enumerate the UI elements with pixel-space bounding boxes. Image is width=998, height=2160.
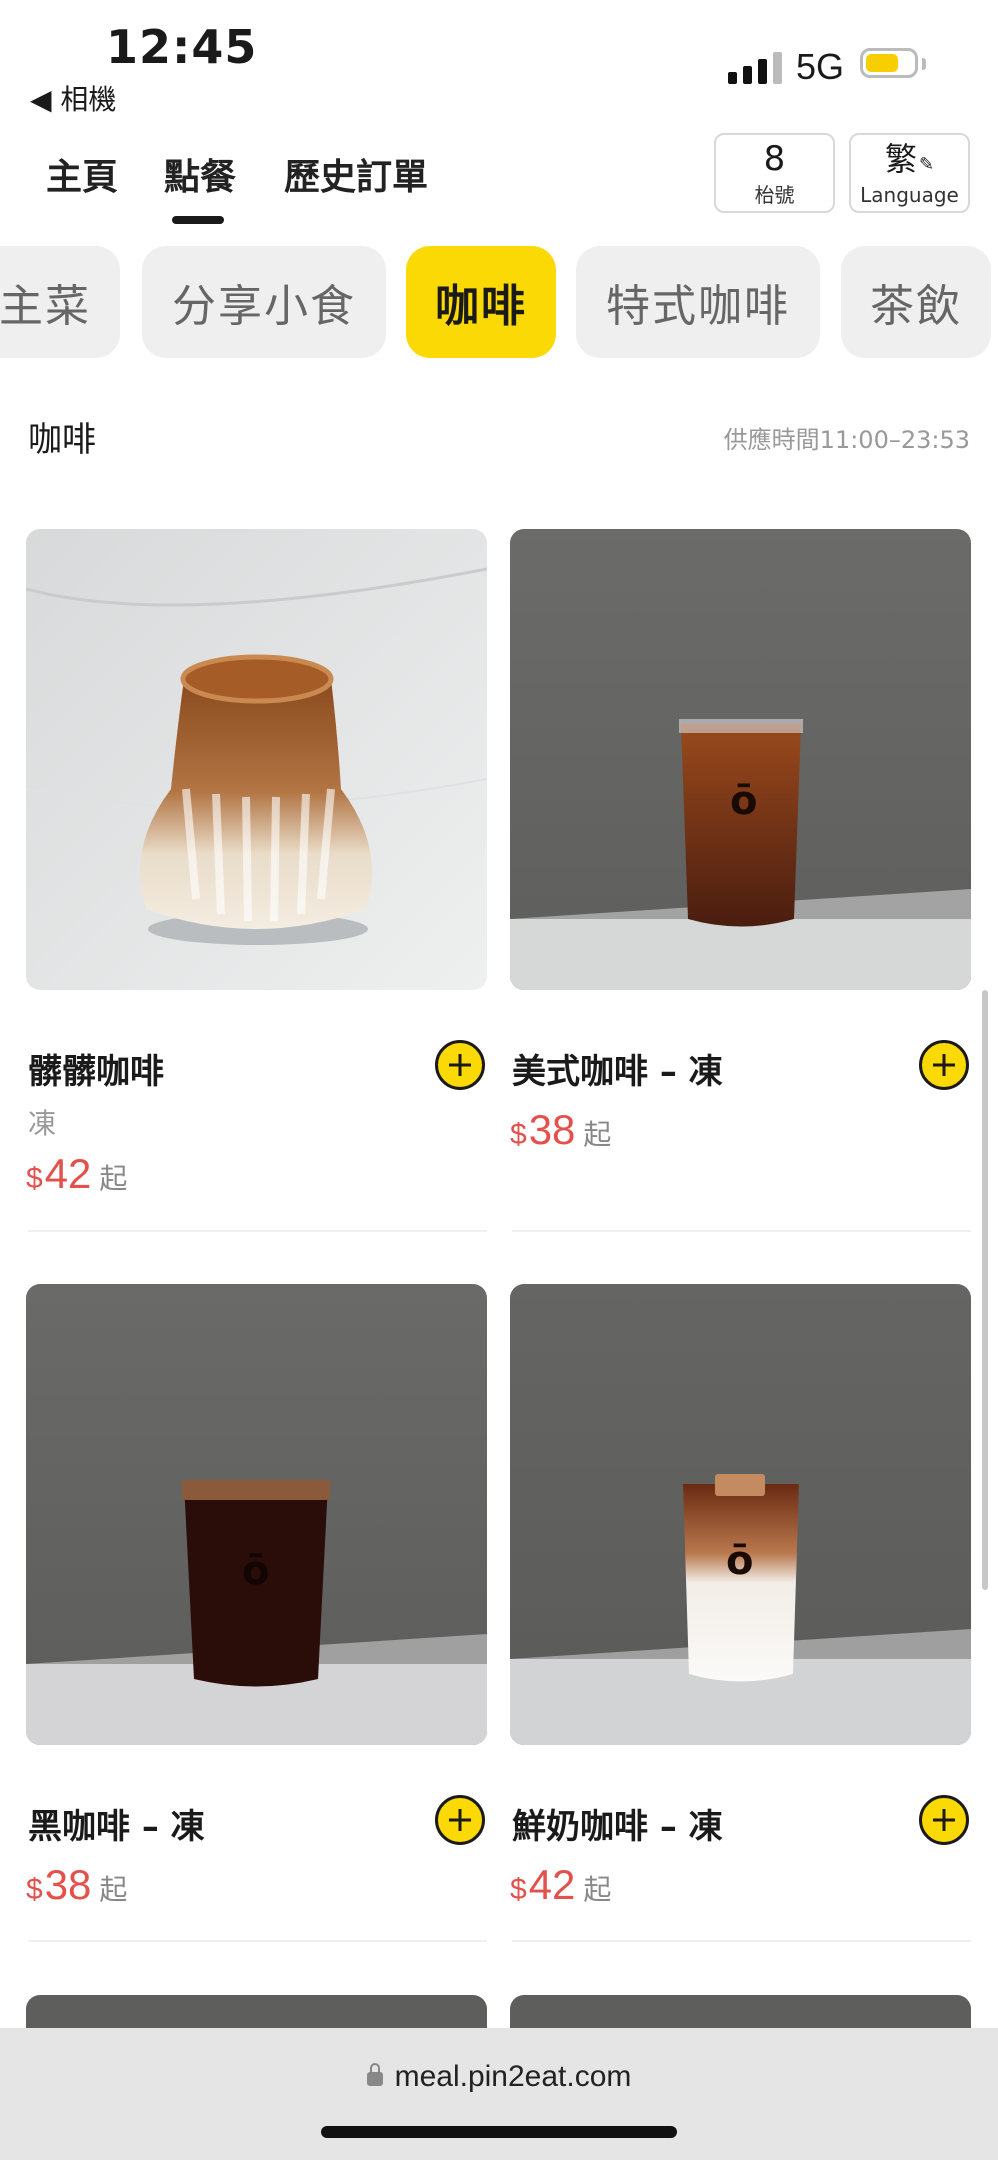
price-suffix: 起	[99, 1873, 128, 1906]
battery-icon	[860, 48, 918, 78]
url-text: meal.pin2eat.com	[394, 2060, 632, 2093]
product-variant: 凍	[28, 1107, 57, 1140]
nav-tab-history[interactable]: 歷史訂單	[284, 148, 428, 200]
home-indicator[interactable]	[321, 2126, 677, 2138]
plus-icon	[933, 1809, 955, 1831]
product-name[interactable]: 黑咖啡 – 凍	[28, 1799, 205, 1848]
card-divider	[512, 1940, 971, 1942]
plus-icon	[449, 1054, 471, 1076]
price-suffix: 起	[583, 1873, 612, 1906]
product-price: $38 起	[26, 1861, 127, 1909]
section-hours: 供應時間11:00–23:53	[723, 426, 970, 454]
active-tab-indicator	[172, 216, 224, 224]
section-title: 咖啡	[28, 420, 96, 460]
category-chip-snacks[interactable]: 分享小食	[142, 246, 386, 358]
url-display[interactable]: meal.pin2eat.com	[0, 2060, 998, 2094]
add-to-cart-button[interactable]	[919, 1795, 969, 1845]
svg-text:ō: ō	[726, 1538, 753, 1584]
svg-text:ō: ō	[242, 1548, 269, 1594]
battery-nub	[922, 58, 926, 70]
language-label: Language	[860, 183, 959, 207]
add-to-cart-button[interactable]	[919, 1040, 969, 1090]
svg-text:ō: ō	[730, 778, 757, 824]
product-photo[interactable]: ō	[510, 1284, 971, 1745]
status-time: 12:45	[106, 20, 258, 74]
browser-url-bar[interactable]	[0, 2028, 998, 2160]
add-to-cart-button[interactable]	[435, 1795, 485, 1845]
lock-icon	[366, 2063, 383, 2086]
price-suffix: 起	[99, 1162, 128, 1195]
network-type: 5G	[796, 46, 845, 87]
category-chip-coffee[interactable]: 咖啡	[406, 246, 556, 358]
category-chip-special-coffee[interactable]: 特式咖啡	[576, 246, 820, 358]
card-divider	[28, 1940, 487, 1942]
table-label: 枱號	[754, 183, 795, 207]
nav-tab-home[interactable]: 主頁	[46, 148, 118, 200]
pencil-icon: ✎	[918, 154, 935, 175]
cellular-signal-icon	[728, 50, 782, 84]
category-chip-tea[interactable]: 茶飲	[841, 246, 991, 358]
product-photo[interactable]: ō	[26, 1284, 487, 1745]
language-current: 繁	[884, 140, 917, 178]
nav-tab-order[interactable]: 點餐	[164, 148, 236, 200]
product-name[interactable]: 鮮奶咖啡 – 凍	[512, 1799, 723, 1848]
card-divider	[512, 1230, 971, 1232]
add-to-cart-button[interactable]	[435, 1040, 485, 1090]
price-value: 38	[44, 1861, 92, 1908]
product-price: $42 起	[26, 1150, 127, 1198]
product-photo[interactable]: ō	[510, 529, 971, 990]
product-name[interactable]: 美式咖啡 – 凍	[512, 1044, 723, 1093]
price-suffix: 起	[583, 1118, 612, 1151]
back-to-app-link[interactable]: ◀ 相機	[30, 78, 116, 118]
plus-icon	[449, 1809, 471, 1831]
product-price: $38 起	[510, 1106, 611, 1154]
price-value: 42	[528, 1861, 576, 1908]
language-button[interactable]: 繁 ✎ Language	[849, 133, 970, 213]
price-currency: $	[510, 1873, 527, 1906]
price-value: 38	[528, 1106, 576, 1153]
category-chip-main[interactable]: 主菜	[0, 246, 120, 358]
table-number: 8	[763, 139, 786, 179]
product-price: $42 起	[510, 1861, 611, 1909]
table-number-button[interactable]: 8 枱號	[714, 133, 835, 213]
price-value: 42	[44, 1150, 92, 1197]
price-currency: $	[510, 1118, 527, 1151]
price-currency: $	[26, 1873, 43, 1906]
card-divider	[28, 1230, 487, 1232]
plus-icon	[933, 1054, 955, 1076]
price-currency: $	[26, 1162, 43, 1195]
product-photo[interactable]	[26, 529, 487, 990]
product-name[interactable]: 髒髒咖啡	[28, 1044, 164, 1093]
scrollbar[interactable]	[982, 990, 988, 1590]
